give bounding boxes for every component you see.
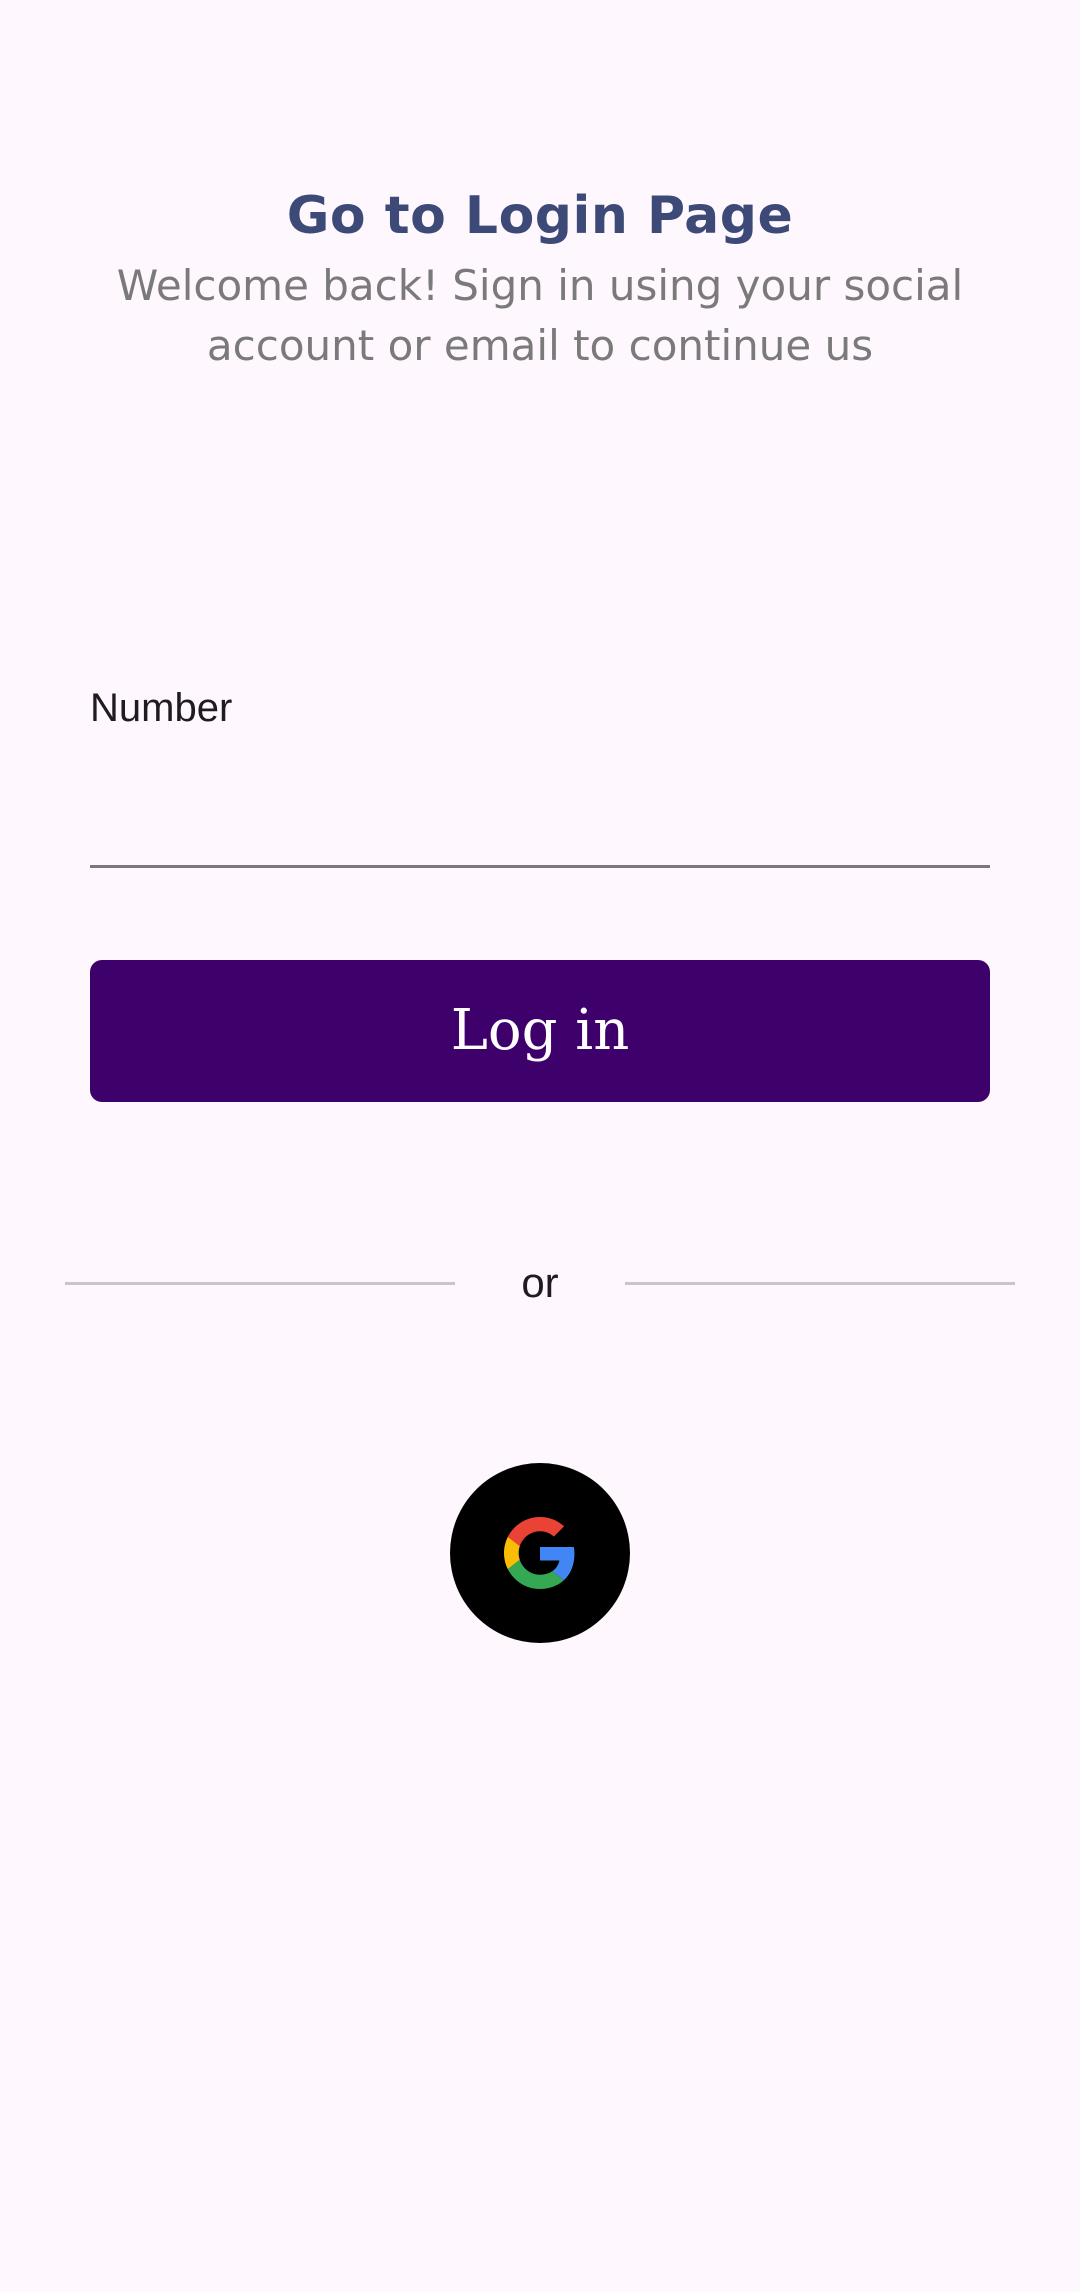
login-screen: Go to Login Page Welcome back! Sign in u… (0, 0, 1080, 2292)
number-input[interactable] (90, 770, 990, 868)
login-button[interactable]: Log in (90, 960, 990, 1102)
google-logo-icon (504, 1517, 575, 1589)
page-title: Go to Login Page (286, 186, 794, 246)
number-field-label: Number (90, 686, 233, 730)
divider-line-left (65, 1282, 455, 1285)
divider-line-right (625, 1282, 1015, 1285)
google-signin-button[interactable] (450, 1463, 630, 1643)
divider-or-text: or (521, 1259, 559, 1306)
page-subtitle: Welcome back! Sign in using your social … (116, 261, 964, 370)
